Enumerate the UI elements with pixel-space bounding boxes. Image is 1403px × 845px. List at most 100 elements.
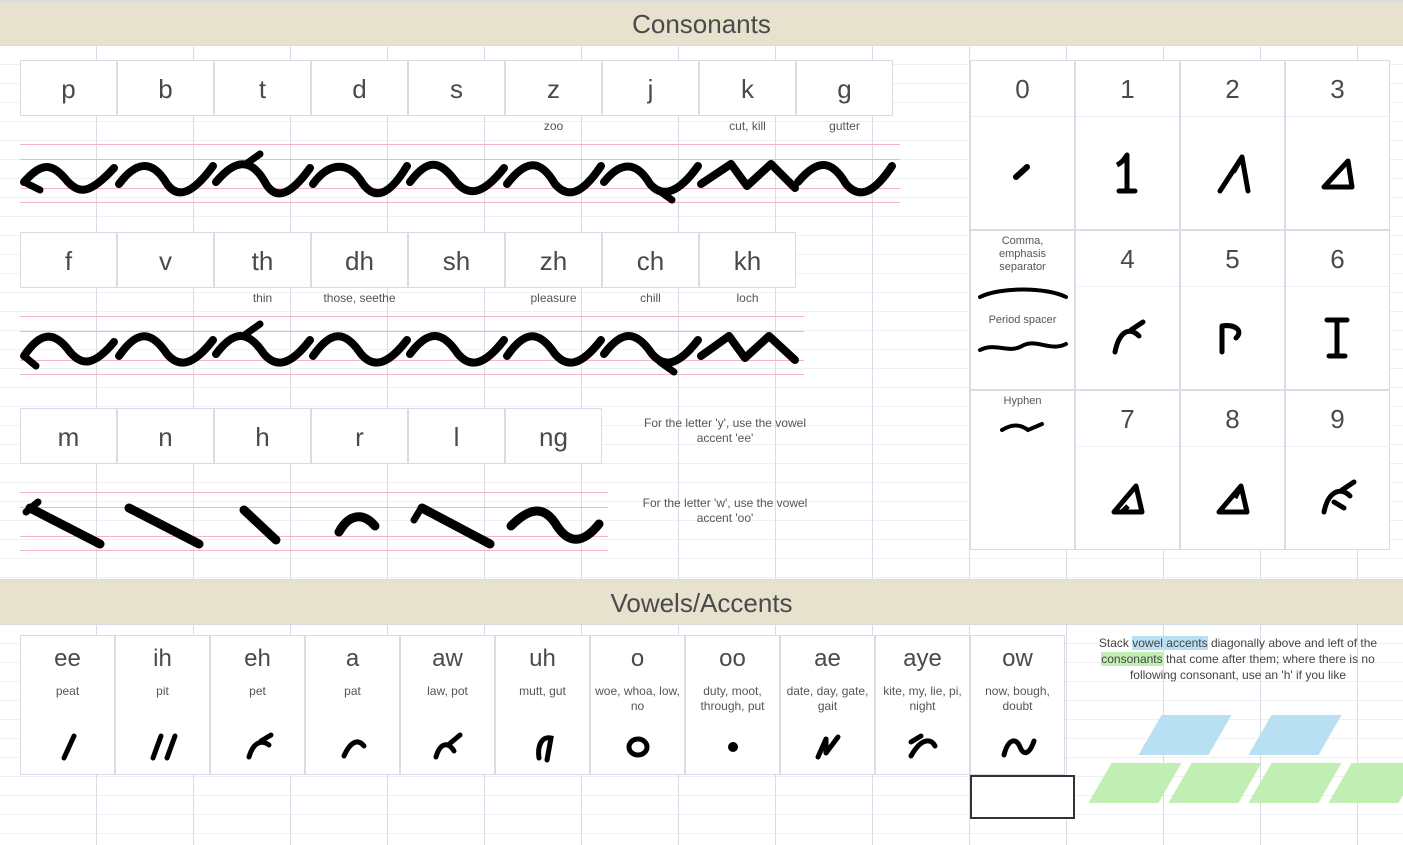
vowel-table: eepeat ihpit ehpet apat awlaw, pot uhmut… bbox=[20, 635, 1065, 775]
consonant-row-1: p b t d s z j k g zoo cut, kill gutter bbox=[20, 60, 900, 210]
num-head: 7 bbox=[1076, 391, 1179, 447]
cons-hint: gutter bbox=[796, 116, 893, 138]
num-glyph-0 bbox=[971, 117, 1074, 229]
selected-cell[interactable] bbox=[970, 775, 1075, 819]
vowel-hint: pit bbox=[116, 682, 209, 720]
stack-hint-text: Stack bbox=[1099, 636, 1132, 650]
cons-letter: k bbox=[699, 60, 796, 116]
num-glyph-9 bbox=[1286, 447, 1389, 549]
consonant-row-3: m n h r l ng bbox=[20, 408, 608, 558]
vowel-glyph-oo bbox=[686, 720, 779, 774]
comma-glyph bbox=[971, 278, 1074, 310]
cons-letter: m bbox=[20, 408, 117, 464]
vowel-hint: mutt, gut bbox=[496, 682, 589, 720]
highlight-consonants: consonants bbox=[1101, 652, 1162, 666]
num-head: 4 bbox=[1076, 231, 1179, 287]
glyph-strip-row2 bbox=[20, 310, 804, 382]
num-head: 1 bbox=[1076, 61, 1179, 117]
cons-letter: p bbox=[20, 60, 117, 116]
diamond-illustration bbox=[1070, 715, 1400, 835]
cons-hint: those, seethe bbox=[311, 288, 408, 310]
cons-letter: d bbox=[311, 60, 408, 116]
stack-hint: Stack vowel accents diagonally above and… bbox=[1085, 635, 1391, 683]
vowel-glyph-ee bbox=[21, 720, 114, 774]
numbers-panel: 0 1 2 3 Comma, emphasis separator Period… bbox=[970, 60, 1390, 550]
vowel-hint: duty, moot, through, put bbox=[686, 682, 779, 720]
vowel-sym: aye bbox=[876, 636, 969, 682]
cons-hint bbox=[408, 116, 505, 138]
num-glyph-8 bbox=[1181, 447, 1284, 549]
vowel-sym: eh bbox=[211, 636, 304, 682]
vowel-hint: peat bbox=[21, 682, 114, 720]
cons-letter: h bbox=[214, 408, 311, 464]
cons-hint bbox=[117, 288, 214, 310]
vowel-hint: law, pot bbox=[401, 682, 494, 720]
num-glyph-4 bbox=[1076, 287, 1179, 389]
vowel-glyph-eh bbox=[211, 720, 304, 774]
num-glyph-3 bbox=[1286, 117, 1389, 229]
num-head: 9 bbox=[1286, 391, 1389, 447]
num-head: 5 bbox=[1181, 231, 1284, 287]
vowel-sym: ow bbox=[971, 636, 1064, 682]
vowel-glyph-o bbox=[591, 720, 684, 774]
vowel-sym: o bbox=[591, 636, 684, 682]
comma-label: Comma, emphasis separator bbox=[971, 231, 1074, 278]
vowel-sym: oo bbox=[686, 636, 779, 682]
vowel-glyph-ae bbox=[781, 720, 874, 774]
cons-hint: cut, kill bbox=[699, 116, 796, 138]
cons-letter: t bbox=[214, 60, 311, 116]
cons-hint bbox=[602, 116, 699, 138]
glyph-strip-row1 bbox=[20, 138, 900, 210]
cons-hint bbox=[311, 116, 408, 138]
cons-letter: ch bbox=[602, 232, 699, 288]
cons-hint: loch bbox=[699, 288, 796, 310]
vowel-hint: pat bbox=[306, 682, 399, 720]
glyph-strip-row3 bbox=[20, 486, 608, 558]
vowel-hint: woe, whoa, low, no bbox=[591, 682, 684, 720]
vowel-hint: kite, my, lie, pi, night bbox=[876, 682, 969, 720]
num-glyph-2 bbox=[1181, 117, 1284, 229]
vowel-sym: ih bbox=[116, 636, 209, 682]
cons-hint bbox=[408, 288, 505, 310]
cons-letter: r bbox=[311, 408, 408, 464]
stack-hint-text: that come after them; where there is no … bbox=[1130, 652, 1375, 682]
cons-letter: v bbox=[117, 232, 214, 288]
hyphen-glyph bbox=[971, 412, 1074, 444]
cons-letter: sh bbox=[408, 232, 505, 288]
cons-letter: n bbox=[117, 408, 214, 464]
num-head: 0 bbox=[971, 61, 1074, 117]
cons-letter: th bbox=[214, 232, 311, 288]
consonants-grid: p b t d s z j k g zoo cut, kill gutter bbox=[0, 46, 1403, 579]
vowel-sym: ae bbox=[781, 636, 874, 682]
cons-letter: s bbox=[408, 60, 505, 116]
num-glyph-7 bbox=[1076, 447, 1179, 549]
vowel-glyph-uh bbox=[496, 720, 589, 774]
cons-letter: f bbox=[20, 232, 117, 288]
vowel-sym: aw bbox=[401, 636, 494, 682]
num-head: 8 bbox=[1181, 391, 1284, 447]
cons-hint bbox=[505, 464, 602, 486]
cons-letter: g bbox=[796, 60, 893, 116]
cons-hint: zoo bbox=[505, 116, 602, 138]
cons-letter: ng bbox=[505, 408, 602, 464]
vowel-glyph-ow bbox=[971, 720, 1064, 774]
num-head: 2 bbox=[1181, 61, 1284, 117]
vowel-hint: pet bbox=[211, 682, 304, 720]
cons-letter: dh bbox=[311, 232, 408, 288]
cons-hint bbox=[117, 464, 214, 486]
period-label: Period spacer bbox=[971, 310, 1074, 331]
cons-hint bbox=[117, 116, 214, 138]
vowel-hint: date, day, gate, gait bbox=[781, 682, 874, 720]
cons-hint bbox=[214, 116, 311, 138]
cons-hint bbox=[408, 464, 505, 486]
vowel-glyph-a bbox=[306, 720, 399, 774]
stack-hint-text: diagonally above and left of the bbox=[1208, 636, 1377, 650]
cons-hint bbox=[20, 116, 117, 138]
note-y: For the letter 'y', use the vowel accent… bbox=[640, 416, 810, 446]
num-glyph-5 bbox=[1181, 287, 1284, 389]
vowel-hint: now, bough, doubt bbox=[971, 682, 1064, 720]
highlight-vowel-accents: vowel accents bbox=[1132, 636, 1207, 650]
num-head: 6 bbox=[1286, 231, 1389, 287]
cons-letter: z bbox=[505, 60, 602, 116]
vowel-glyph-aw bbox=[401, 720, 494, 774]
